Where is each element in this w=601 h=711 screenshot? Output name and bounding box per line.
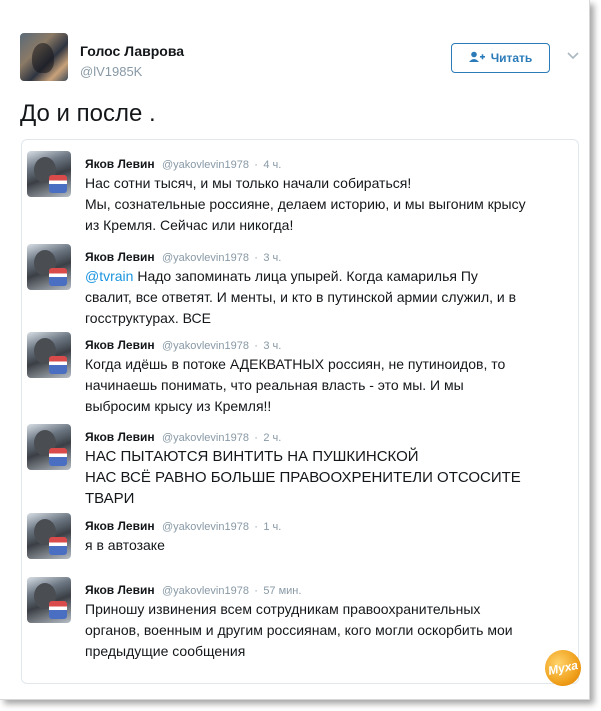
quoted-name[interactable]: Яков Левин [85,157,155,171]
text-line: выбросим крысу из Кремля!! [85,398,272,414]
follow-button-label: Читать [490,51,533,65]
follow-button[interactable]: Читать [451,43,550,73]
mention-link[interactable]: @tvrain [85,268,133,284]
quoted-text: @tvrain Надо запоминать лица упырей. Ког… [85,266,565,329]
quoted-text: НАС ПЫТАЮТСЯ ВИНТИТЬ НА ПУШКИНСКОЙ НАС В… [85,446,565,509]
quoted-header: Яков Левин @yakovlevin1978 · 3 ч. [85,338,281,352]
text-line: предыдущие сообщения [85,643,246,659]
quoted-header: Яков Левин @yakovlevin1978 · 4 ч. [85,157,281,171]
quoted-name[interactable]: Яков Левин [85,583,155,597]
quoted-avatar[interactable] [27,577,71,623]
quoted-timestamp[interactable]: 57 мин. [263,585,301,597]
add-user-icon [468,51,485,66]
quoted-timestamp[interactable]: 3 ч. [263,252,281,264]
text-line: ТВАРИ [85,490,135,507]
quoted-avatar[interactable] [27,332,71,378]
tweet-text: До и после . [20,100,156,127]
tweet-card: Голос Лаврова @lV1985K Читать До и после… [0,0,590,700]
quoted-handle: @yakovlevin1978 [161,252,249,264]
author-handle[interactable]: @lV1985K [80,64,142,79]
text-line: начинаешь понимать, что реальная власть … [85,377,464,393]
quoted-name[interactable]: Яков Левин [85,519,155,533]
quoted-text: Когда идёшь в потоке АДЕКВАТНЫХ россиян,… [85,354,565,417]
chevron-down-icon[interactable] [567,47,579,63]
separator-dot: · [254,340,258,352]
quoted-timestamp[interactable]: 3 ч. [263,340,281,352]
quoted-name[interactable]: Яков Левин [85,430,155,444]
separator-dot: · [254,432,258,444]
text-line: Мы, сознательные россияне, делаем истори… [85,196,526,212]
tweet-header: Голос Лаврова @lV1985K Читать [20,33,580,83]
quoted-name[interactable]: Яков Левин [85,338,155,352]
quoted-name[interactable]: Яков Левин [85,250,155,264]
quoted-avatar[interactable] [27,424,71,470]
text-line: органов, военным и другим россиянам, ког… [85,622,513,638]
text-line: @tvrain Надо запоминать лица упырей. Ког… [85,266,565,287]
quoted-header: Яков Левин @yakovlevin1978 · 57 мин. [85,583,301,597]
text-line: свалит, все ответят. И менты, и кто в пу… [85,289,517,305]
quoted-handle: @yakovlevin1978 [161,340,249,352]
quoted-avatar[interactable] [27,513,71,559]
text-line: Когда идёшь в потоке АДЕКВАТНЫХ россиян,… [85,356,506,372]
separator-dot: · [254,585,258,597]
text-line-rest: Надо запоминать лица упырей. Когда камар… [137,268,478,284]
quoted-timestamp[interactable]: 4 ч. [263,159,281,171]
quoted-avatar[interactable] [27,151,71,197]
text-line: Нас сотни тысяч, и мы только начали соби… [85,175,412,191]
quoted-tweets-card[interactable]: Яков Левин @yakovlevin1978 · 4 ч. Нас со… [21,139,579,684]
quoted-handle: @yakovlevin1978 [161,585,249,597]
text-line: Приношу извинения всем сотрудникам право… [85,601,481,617]
text-line: из Кремля. Сейчас или никогда! [85,217,294,233]
quoted-header: Яков Левин @yakovlevin1978 · 3 ч. [85,250,281,264]
quoted-timestamp[interactable]: 2 ч. [263,432,281,444]
quoted-handle: @yakovlevin1978 [161,159,249,171]
quoted-avatar[interactable] [27,244,71,290]
author-name[interactable]: Голос Лаврова [80,43,184,59]
separator-dot: · [254,252,258,264]
text-line: я в автозаке [85,537,165,553]
quoted-header: Яков Левин @yakovlevin1978 · 1 ч. [85,519,281,533]
quoted-header: Яков Левин @yakovlevin1978 · 2 ч. [85,430,281,444]
quoted-text: Приношу извинения всем сотрудникам право… [85,599,565,662]
quoted-handle: @yakovlevin1978 [161,432,249,444]
text-line: госструктурах. ВСЕ [85,310,211,326]
author-avatar[interactable] [20,33,68,81]
quoted-text: Нас сотни тысяч, и мы только начали соби… [85,173,565,236]
quoted-text: я в автозаке [85,535,565,556]
separator-dot: · [254,159,258,171]
quoted-timestamp[interactable]: 1 ч. [263,521,281,533]
text-line: НАС ВСЁ РАВНО БОЛЬШЕ ПРАВООХРЕНИТЕЛИ ОТС… [85,469,521,486]
quoted-handle: @yakovlevin1978 [161,521,249,533]
separator-dot: · [254,521,258,533]
text-line: НАС ПЫТАЮТСЯ ВИНТИТЬ НА ПУШКИНСКОЙ [85,448,419,465]
